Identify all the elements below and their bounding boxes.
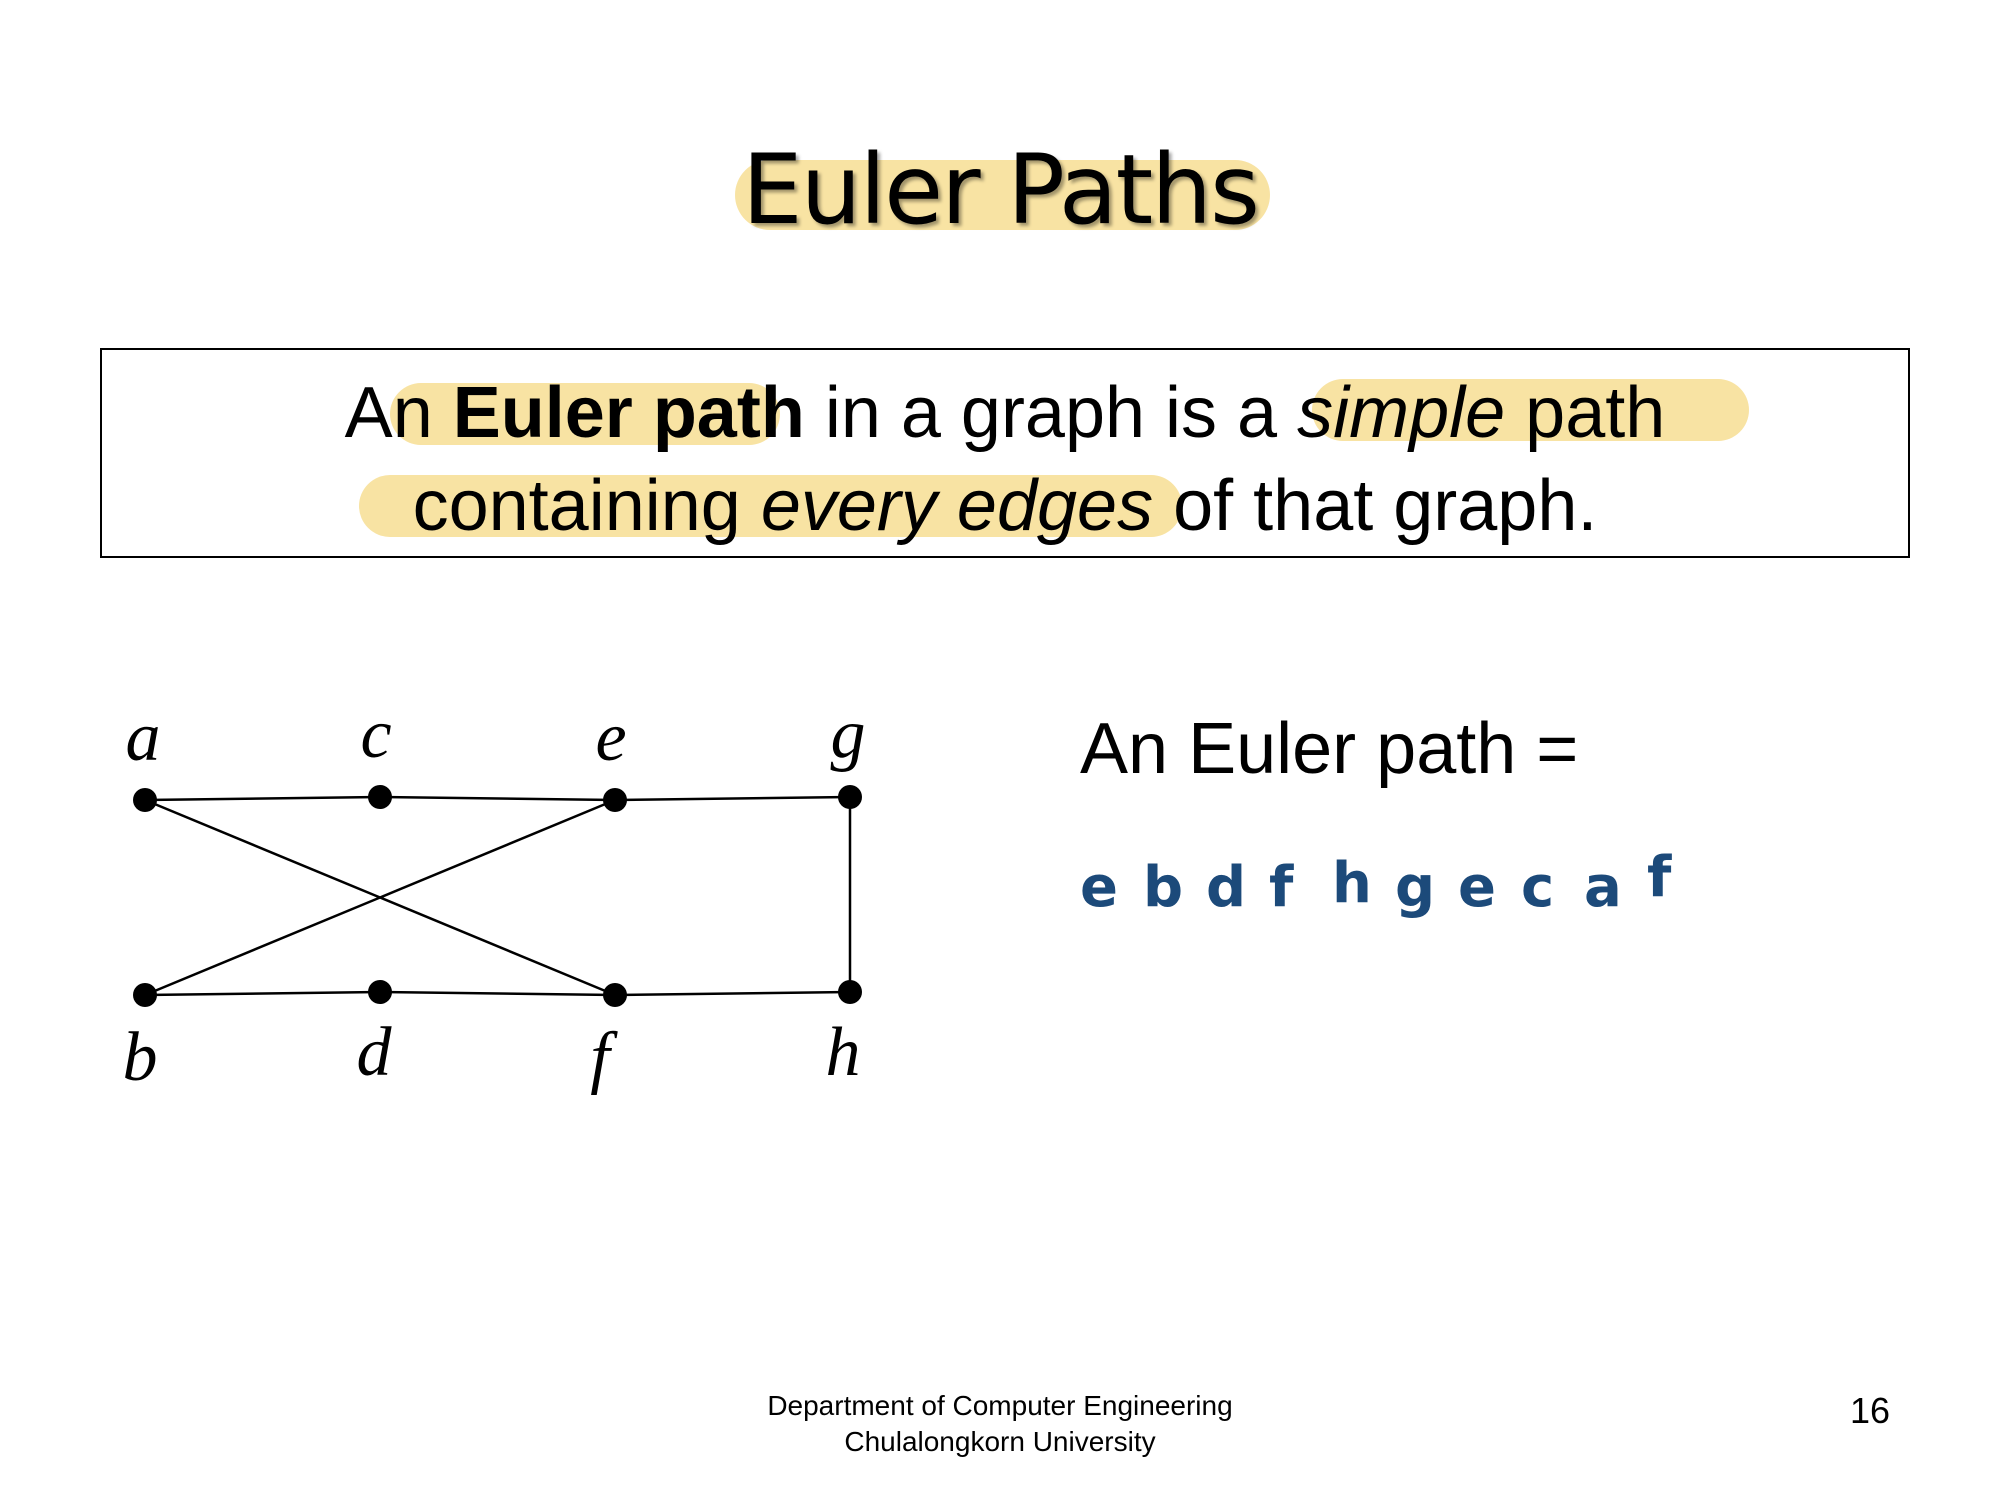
vertex-b [133, 983, 157, 1007]
page-number: 16 [1849, 1390, 1890, 1431]
vertex-label-g: g [831, 696, 866, 773]
vertex-label-f: f [590, 1019, 618, 1096]
vertex-label-d: d [357, 1014, 393, 1091]
edge-c-e [379, 795, 616, 802]
vertex-label-h: h [826, 1014, 861, 1091]
footer-department: Department of Computer Engineering [767, 1390, 1233, 1421]
def-emph-simple: simple [1297, 373, 1506, 453]
edge-b-d [144, 990, 381, 997]
vertex-g [838, 785, 862, 809]
def-text: containing [412, 466, 761, 546]
euler-path-step: d [1206, 855, 1247, 920]
euler-path-step: h [1332, 851, 1372, 916]
vertex-f [603, 983, 627, 1007]
def-text: in a graph is a [804, 373, 1298, 453]
definition-line-2: containing every edges of that graph. [102, 463, 1908, 549]
vertex-e [603, 788, 627, 812]
def-emph-every-edges: every edges [760, 466, 1154, 546]
vertex-label-a: a [126, 699, 161, 776]
footer-university: Chulalongkorn University [844, 1426, 1156, 1457]
def-text: path [1505, 373, 1666, 453]
def-term: Euler path [452, 373, 805, 453]
edge-f-h [614, 990, 851, 997]
euler-path-step: b [1143, 855, 1184, 920]
slide-title: Euler Paths [741, 134, 1260, 246]
euler-path-sequence: ebdfhgecaf [1080, 845, 1710, 920]
vertex-label-b: b [123, 1019, 158, 1096]
definition-box: An Euler path in a graph is a simple pat… [100, 348, 1910, 558]
def-text: of that graph. [1153, 466, 1598, 546]
def-text: An [344, 373, 453, 453]
euler-path-step: g [1395, 855, 1436, 920]
euler-path-step: f [1647, 845, 1672, 910]
vertex-a [133, 788, 157, 812]
edge-d-f [379, 990, 616, 997]
vertex-label-e: e [595, 699, 626, 776]
euler-path-step: f [1269, 855, 1294, 920]
edge-a-c [144, 795, 381, 802]
vertex-h [838, 980, 862, 1004]
euler-path-step: e [1080, 855, 1118, 920]
euler-path-step: a [1584, 855, 1622, 920]
vertex-label-c: c [360, 696, 391, 773]
vertex-c [368, 785, 392, 809]
euler-path-label: An Euler path = [1080, 709, 1579, 789]
edge-e-g [614, 795, 851, 802]
euler-path-step: e [1458, 855, 1496, 920]
euler-path-step: c [1521, 855, 1555, 920]
vertex-d [368, 980, 392, 1004]
definition-line-1: An Euler path in a graph is a simple pat… [102, 370, 1908, 456]
footer: Department of Computer Engineering Chula… [0, 1388, 2000, 1460]
